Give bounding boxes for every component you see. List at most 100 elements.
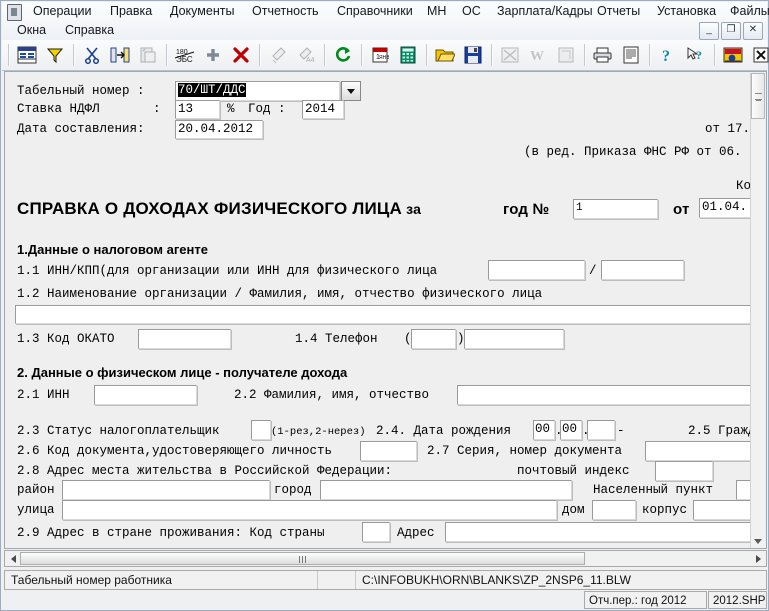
excel-export-icon[interactable] [496,41,524,69]
vertical-scrollbar-thumb[interactable] [751,73,765,119]
form-client-area: Табельный номер : 70/ШТ/ДДС Ставка НДФЛ … [4,71,767,549]
phone-number-input[interactable] [464,329,564,349]
year-input[interactable]: 2014 [302,100,344,119]
refresh-icon[interactable] [329,41,357,69]
organization-name-input[interactable] [15,305,753,324]
scroll-left-button[interactable] [6,552,20,565]
save-disk-icon[interactable] [459,41,487,69]
vertical-scrollbar[interactable] [750,73,765,548]
archive-icon[interactable] [552,41,580,69]
row-2-2-label: 2.2 Фамилия, имя, отчество [234,388,430,402]
add-plus-icon[interactable] [199,41,227,69]
scroll-down-button[interactable] [751,533,765,548]
menu-item-payroll[interactable]: Зарплата/Кадры [492,3,598,20]
status-bar-secondary: Отч.пер.: год 2012 2012.SHP [4,591,767,610]
tab-number-dropdown-button[interactable] [341,81,361,101]
tab-number-input[interactable]: 70/ШТ/ДДС [175,81,340,101]
svg-text:ЯНВ: ЯНВ [379,55,389,61]
tab-number-label: Табельный номер : [17,84,145,98]
calculator-icon[interactable] [394,41,422,69]
foreign-address-input[interactable] [445,522,753,542]
kpp-input[interactable] [601,260,684,280]
menu-item-reporting[interactable]: Отчетность [247,3,324,20]
compose-date-input[interactable]: 20.04.2012 [175,120,263,139]
cut-icon[interactable] [78,41,106,69]
menu-item-files[interactable]: Файлы [725,3,769,20]
okato-code-input[interactable] [138,329,231,349]
person-inn-input[interactable] [94,385,197,405]
help-icon[interactable]: ? [654,41,682,69]
toolbar-separator [73,44,74,66]
year-number-input[interactable]: 1 [573,199,658,219]
foreign-address-label: Адрес [397,526,435,540]
toolbar-separator [166,44,167,66]
restore-button[interactable]: ❐ [721,22,741,40]
document-code-input[interactable] [360,441,417,461]
country-code-input[interactable] [362,522,390,542]
toolbar-separator [491,44,492,66]
toolbar-separator [714,44,715,66]
document-series-number-input[interactable] [645,441,753,461]
menu-item-help[interactable]: Справка [60,22,119,39]
print-preview-icon[interactable] [617,41,645,69]
menu-row-secondary: Окна Справка [2,21,767,40]
blank-editor-icon[interactable] [719,41,747,69]
scroll-right-button[interactable] [751,552,765,565]
ndfl-rate-label: Ставка НДФЛ [17,102,100,116]
compose-date-label: Дата составления: [17,122,145,136]
chevron-right-icon [755,554,761,563]
calendar-icon[interactable]: 1 ЯНВ [366,41,394,69]
menu-item-documents[interactable]: Документы [165,3,239,20]
ndfl-rate-input[interactable]: 13 [175,100,220,119]
menu-item-mn[interactable]: МН [422,3,451,20]
svg-text:?: ? [696,48,702,62]
row-2-9-label: 2.9 Адрес в стране проживания: Код стран… [17,526,325,540]
row-2-4-label: 2.4. Дата рождения [376,424,512,438]
horizontal-scrollbar-thumb[interactable] [20,552,585,565]
delete-cross-icon[interactable] [227,41,255,69]
street-input[interactable] [62,500,557,520]
inn-organization-input[interactable] [488,260,585,280]
page-insert-icon[interactable] [106,41,134,69]
page-title-text: СПРАВКА О ДОХОДАХ ФИЗИЧЕСКОГО ЛИЦА [17,199,403,218]
birth-month-input[interactable]: 00 [560,420,582,440]
menu-item-windows[interactable]: Окна [12,22,51,39]
menu-item-reports[interactable]: Отчеты [592,3,645,20]
person-fullname-input[interactable] [457,385,753,405]
city-input[interactable] [320,480,572,500]
birth-year-input[interactable] [587,420,615,440]
phone-area-code-input[interactable] [411,329,456,349]
menu-item-edit[interactable]: Правка [105,3,157,20]
birth-day-input[interactable]: 00 [533,420,555,440]
format-brush-icon: A4 [292,41,320,69]
close-window-icon[interactable] [747,41,769,69]
taxpayer-status-input[interactable] [251,420,271,440]
minimize-button[interactable]: _ [699,22,719,40]
print-icon[interactable] [589,41,617,69]
word-export-icon[interactable]: W [524,41,552,69]
context-help-icon[interactable]: ? [682,41,710,69]
tab-number-value: 70/ШТ/ДДС [178,83,246,97]
rotate-180-icon[interactable]: 180 ЭБС [171,41,199,69]
district-input[interactable] [62,480,270,500]
postal-code-input[interactable] [655,461,713,481]
row-1-1-label: 1.1 ИНН/КПП(для организации или ИНН для … [17,264,438,278]
ot-date-input[interactable]: 01.04. [699,198,753,218]
row-2-7-label: 2.7 Серия, номер документа [427,444,623,458]
year-label: Год : [248,102,286,116]
taxpayer-status-hint: (1-рез,2-нерез) [271,426,366,438]
horizontal-scrollbar[interactable] [4,550,767,567]
house-input[interactable] [592,500,636,520]
menu-item-setup[interactable]: Установка [652,3,721,20]
toolbar: 180 ЭБС A4 1 ЯНВ W ? ? [2,40,769,71]
filter-icon[interactable] [41,41,69,69]
close-button[interactable]: ✕ [743,22,763,40]
menu-item-references[interactable]: Справочники [332,3,418,20]
table-view-icon[interactable] [13,41,41,69]
open-folder-icon[interactable] [431,41,459,69]
section2-heading: 2. Данные о физическом лице - получателе… [17,365,348,380]
building-input[interactable] [693,500,753,520]
menu-item-operations[interactable]: Операции [28,3,96,20]
ot-label: от [673,201,690,218]
menu-item-os[interactable]: ОС [457,3,486,20]
